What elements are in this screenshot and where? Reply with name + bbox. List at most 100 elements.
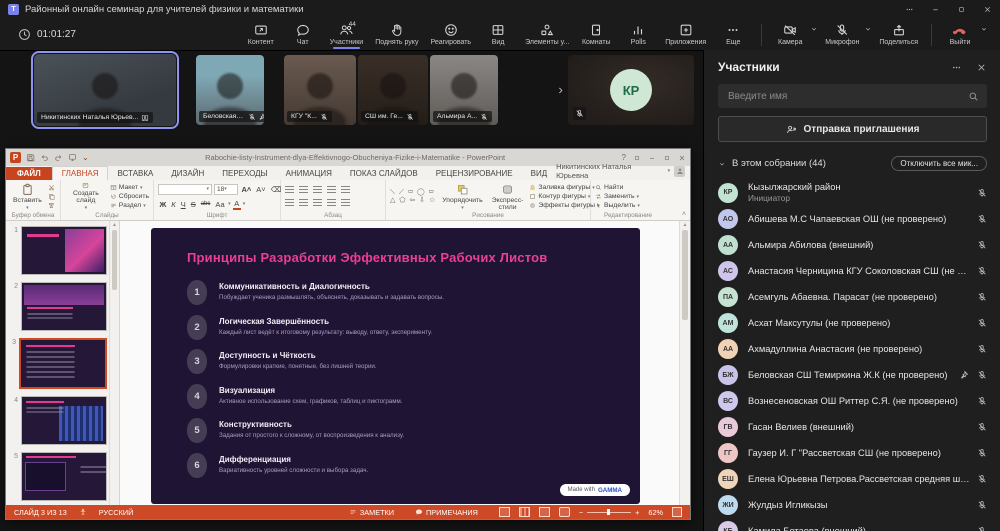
toolbar-button[interactable]: Поднять руку [370,21,423,47]
chevron-down-icon[interactable] [810,25,818,33]
language-indicator[interactable]: РУССКИЙ [99,508,134,517]
toolbar-button[interactable]: Комнаты [576,21,616,47]
spotlight-tile[interactable]: КР [568,55,694,125]
ribbon-tab[interactable]: АНИМАЦИЯ [277,167,341,180]
qat-more-icon[interactable]: ⌄ [82,153,89,162]
numbering-button[interactable] [299,186,308,194]
toolbar-button[interactable]: Камера [770,21,810,47]
decrease-indent-button[interactable] [313,186,322,194]
toolbar-button[interactable]: Еще [713,21,753,47]
participant-row[interactable]: КБ Камила Ботаева (внешний) [704,518,1000,531]
video-tile[interactable]: Альмира А... [430,55,498,125]
zoom-in-icon[interactable]: + [635,508,639,517]
quick-styles-button[interactable]: Экспресс-стили [489,182,527,211]
mic-off-icon[interactable] [977,240,987,250]
slide-thumbnail[interactable]: 2 [10,282,107,331]
bold-button[interactable]: Ж [158,200,168,209]
window-close-icon[interactable] [974,0,1000,18]
font-name-select[interactable]: ▾ [158,184,212,195]
send-invite-button[interactable]: Отправка приглашения [718,116,987,142]
ribbon-tab[interactable]: ДИЗАЙН [162,167,213,180]
reset-button[interactable]: Сбросить [110,193,149,200]
normal-view-icon[interactable] [499,507,510,517]
video-tile[interactable]: Никитинских Наталья Юрьев... [34,54,176,126]
change-case-button[interactable]: Аа [214,200,226,209]
shape-fill-button[interactable]: Заливка фигуры▾ [529,184,599,191]
increase-indent-button[interactable] [327,186,336,194]
shape-effects-button[interactable]: Эффекты фигуры▾ [529,202,599,209]
mute-all-button[interactable]: Отключить все мик... [891,156,987,171]
slide-thumbnail[interactable]: 4 [10,396,107,445]
mic-off-icon[interactable] [977,292,987,302]
chevron-down-icon[interactable] [718,160,732,168]
mic-off-icon[interactable] [977,474,987,484]
columns-button[interactable] [341,199,350,207]
shapes-gallery[interactable]: ⟍ ⟋ ▭ ◯ ▭ △ ⬠ ⇦ ⇩ ☆ [390,189,436,205]
shape-outline-button[interactable]: Контур фигуры▾ [529,193,599,200]
video-nav-next-button[interactable] [552,55,568,125]
underline-button[interactable]: Ч [179,200,187,209]
undo-icon[interactable] [40,153,49,162]
mic-off-icon[interactable] [977,526,987,531]
participant-row[interactable]: ПА Асемгуль Абаевна. Парасат (не провере… [704,284,1000,310]
strikethrough-button[interactable]: S [189,200,197,209]
ribbon-tab[interactable]: ПЕРЕХОДЫ [213,167,276,180]
format-painter-icon[interactable] [48,202,55,209]
thumbnails-scrollbar[interactable]: ▲ [109,221,119,505]
ribbon-tab[interactable]: ГЛАВНАЯ [52,166,109,180]
window-minimize-icon[interactable] [922,0,948,18]
bullets-button[interactable] [285,186,294,194]
slideshow-view-icon[interactable] [559,507,570,517]
ribbon-tab[interactable]: ВСТАВКА [108,167,162,180]
layout-button[interactable]: Макет▾ [110,184,149,191]
shrink-font-icon[interactable]: A˅ [255,185,267,194]
mic-off-icon[interactable] [977,396,987,406]
participant-row[interactable]: ЖИ Жулдыз Игликызы [704,492,1000,518]
section-button[interactable]: Раздел▾ [110,202,149,209]
comments-button[interactable]: ПРИМЕЧАНИЯ [415,508,478,517]
mic-off-icon[interactable] [977,370,987,380]
grow-font-icon[interactable]: A˄ [240,185,253,194]
account-info[interactable]: Никитинских Наталья Юрьевна▾ [556,162,690,180]
slideshow-icon[interactable] [68,153,77,162]
zoom-slider[interactable] [607,509,610,515]
chevron-down-icon[interactable] [864,25,872,33]
align-left-button[interactable] [285,199,294,207]
ppt-restore-icon[interactable] [663,154,671,162]
redo-icon[interactable] [54,153,63,162]
search-input[interactable] [726,90,968,103]
participant-row[interactable]: КР Кызылжарский район Инициатор [704,179,1000,206]
mic-off-icon[interactable] [977,500,987,510]
replace-button[interactable]: Заменить▾ [595,193,640,200]
mic-off-icon[interactable] [977,266,987,276]
toolbar-button[interactable]: Элементы у... [520,21,574,47]
window-more-icon[interactable] [896,0,922,18]
help-icon[interactable]: ? [622,153,626,162]
participant-row[interactable]: ГВ Гасан Велиев (внешний) [704,414,1000,440]
ppt-close-icon[interactable] [678,154,686,162]
ribbon-tab[interactable]: РЕЦЕНЗИРОВАНИЕ [427,167,522,180]
notes-button[interactable]: ЗАМЕТКИ [349,508,394,517]
participant-row[interactable]: ЕШ Елена Юрьевна Петрова.Рассветская сре… [704,466,1000,492]
toolbar-button[interactable]: Реагировать [425,21,476,47]
slide-sorter-icon[interactable] [519,507,530,517]
new-slide-button[interactable]: Создать слайд▾ [65,182,107,211]
mic-off-icon[interactable] [977,214,987,224]
ribbon-tab[interactable]: ВИД [522,167,557,180]
toolbar-button[interactable]: Чат [283,21,323,47]
mic-off-icon[interactable] [977,318,987,328]
text-shadow-button[interactable]: abc [199,201,212,207]
reading-view-icon[interactable] [539,507,550,517]
line-spacing-button[interactable] [341,186,350,194]
mic-off-icon[interactable] [977,344,987,354]
panel-more-icon[interactable] [951,62,962,73]
slide-thumbnail[interactable]: 5 [10,452,107,501]
toolbar-button[interactable]: Микрофон [820,21,864,47]
find-button[interactable]: Найти [595,184,640,191]
ribbon-display-icon[interactable] [633,154,641,162]
ppt-minimize-icon[interactable] [648,154,656,162]
zoom-out-icon[interactable]: − [579,508,583,517]
video-tile[interactable]: КГУ "К... [284,55,356,125]
align-right-button[interactable] [313,199,322,207]
save-icon[interactable] [26,153,35,162]
